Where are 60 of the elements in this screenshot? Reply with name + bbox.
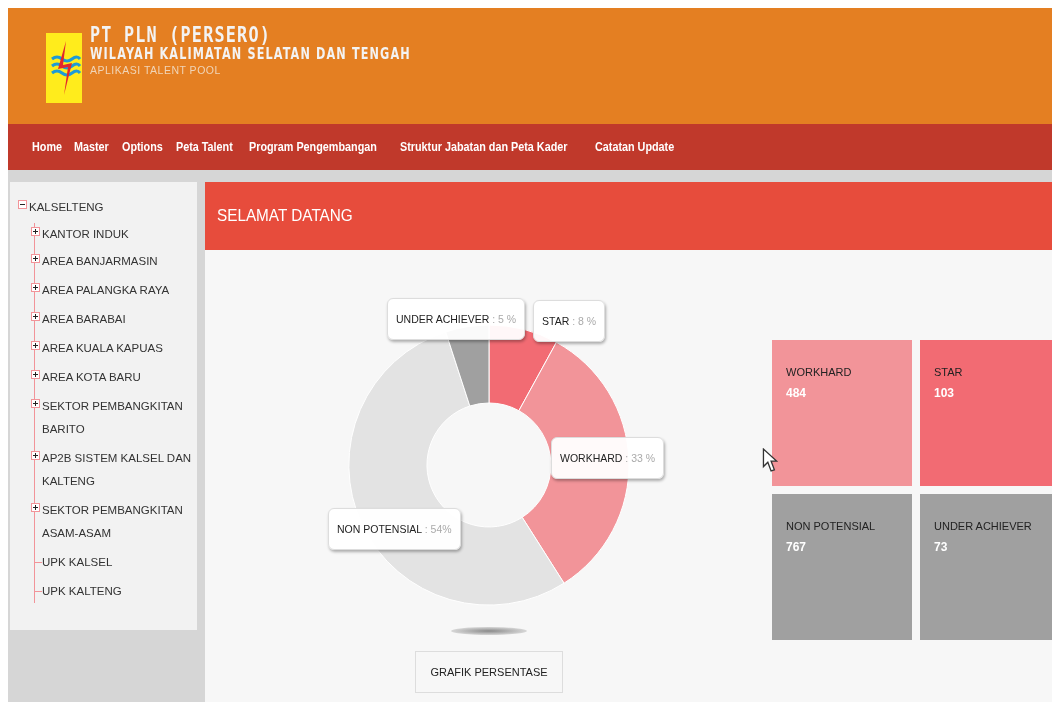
nav-link[interactable]: Catatan Update (594, 140, 674, 154)
expand-icon[interactable] (31, 399, 40, 408)
slice-label: UNDER ACHIEVER (396, 313, 490, 325)
data-label: : 5 % (491, 313, 517, 325)
chart-tooltip: NON POTENSIAL : 54% (328, 508, 461, 550)
data-label: : 54% (423, 523, 452, 535)
region-subtitle: WILAYAH KALIMATAN SELATAN DAN TENGAH (90, 46, 411, 63)
tile-count: 484 (786, 386, 808, 400)
data-label: : 8 % (571, 315, 597, 327)
company-title: PT PLN (PERSERO) (90, 24, 273, 46)
tile-label: UNDER ACHIEVER (934, 520, 1033, 532)
chart-tooltip: WORKHARD : 33 % (551, 437, 665, 479)
tile-label: WORKHARD (786, 366, 853, 378)
tree-item[interactable]: KANTOR INDUK (42, 223, 193, 246)
slice-label: STAR (542, 315, 570, 327)
expand-icon[interactable] (31, 283, 40, 292)
tile-label: NON POTENSIAL (786, 520, 877, 532)
tree-item[interactable]: KALSELTENG (29, 196, 193, 219)
tree-item[interactable]: AREA PALANGKA RAYA (42, 279, 193, 302)
expand-icon[interactable] (31, 370, 40, 379)
summary-tile[interactable]: WORKHARD 484 (772, 340, 912, 486)
slice-label: WORKHARD (560, 452, 623, 464)
nav-link[interactable]: Peta Talent (176, 140, 234, 154)
chart-tooltip: UNDER ACHIEVER : 5 % (387, 298, 526, 340)
tile-count: 767 (786, 540, 808, 554)
tree-item[interactable]: AP2B SISTEM KALSEL DAN KALTENG (42, 447, 193, 493)
panel-title: SELAMAT DATANG (217, 206, 353, 226)
tree-item[interactable]: AREA KOTA BARU (42, 366, 193, 389)
summary-tile[interactable]: NON POTENSIAL 767 (772, 494, 912, 640)
data-label: : 33 % (624, 452, 656, 464)
tile-count: 73 (934, 540, 949, 554)
expand-icon[interactable] (31, 341, 40, 350)
nav-link[interactable]: Options (122, 140, 163, 154)
tile-label: STAR (934, 366, 964, 378)
tree-item[interactable]: UPK KALSEL (42, 551, 193, 574)
tree-item[interactable]: AREA KUALA KAPUAS (42, 337, 193, 360)
nav-link[interactable]: Master (74, 140, 110, 154)
expand-icon[interactable] (31, 312, 40, 321)
expand-icon[interactable] (31, 451, 40, 460)
tree-item[interactable]: UPK KALTENG (42, 580, 193, 603)
expand-icon[interactable] (31, 227, 40, 236)
chart-button[interactable]: GRAFIK PERSENTASE (415, 651, 563, 693)
chart-tooltip: STAR : 8 % (533, 300, 606, 342)
lightning-logo-icon (46, 33, 82, 103)
tree-item[interactable]: SEKTOR PEMBANGKITAN ASAM-ASAM (42, 499, 193, 545)
app-name: APLIKASI TALENT POOL (90, 63, 222, 77)
summary-tile[interactable]: UNDER ACHIEVER 73 (920, 494, 1052, 640)
mouse-pointer-icon (762, 448, 778, 472)
tree-item[interactable]: AREA BARABAI (42, 308, 193, 331)
expand-icon[interactable] (31, 254, 40, 263)
tile-count: 103 (934, 386, 956, 400)
collapse-icon[interactable] (18, 200, 27, 209)
nav-link[interactable]: Struktur Jabatan dan Peta Kader (399, 140, 567, 154)
tree-item[interactable]: SEKTOR PEMBANGKITAN BARITO (42, 395, 193, 441)
nav-link[interactable]: Program Pengembangan (248, 140, 377, 154)
slice-label: NON POTENSIAL (337, 523, 422, 535)
nav-link[interactable]: Home (32, 140, 62, 154)
summary-tile[interactable]: STAR 103 (920, 340, 1052, 486)
expand-icon[interactable] (31, 503, 40, 512)
tree-item[interactable]: AREA BANJARMASIN (42, 250, 193, 273)
